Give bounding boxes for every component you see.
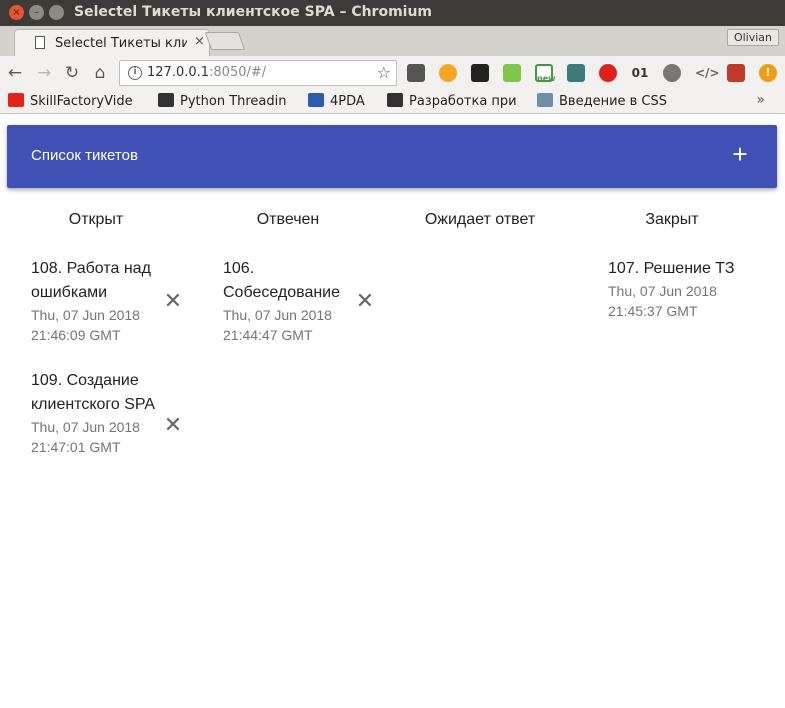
back-arrow-icon[interactable]: ← [4, 62, 26, 84]
h-icon [537, 93, 553, 107]
url-text: 127.0.0.1:8050/#/ [147, 65, 266, 80]
green-square-icon[interactable] [503, 64, 521, 82]
bookmark-item[interactable]: Введение в CSS [537, 93, 677, 111]
add-ticket-button[interactable]: + [725, 139, 755, 169]
tab-strip: Selectel Тикеты кли × Olivian [0, 26, 785, 56]
bookmark-label: 4PDA [330, 94, 365, 109]
page-title: Список тикетов [31, 147, 138, 164]
window-minimize-button[interactable]: – [29, 5, 44, 20]
new-badge-icon[interactable]: new [535, 64, 556, 83]
ticket-title: 109. Создание клиентского SPA [31, 372, 156, 413]
4pda-icon [308, 93, 324, 107]
tab-title: Selectel Тикеты кли [55, 36, 187, 51]
column-header-awaiting: Ожидает ответ [424, 211, 536, 228]
bookmarks-bar: SkillFactoryVide Python Threadin 4PDA Разра… [0, 90, 785, 114]
radio-icon[interactable] [407, 64, 425, 82]
ticket-card[interactable]: 108. Работа над ошибками Thu, 07 Jun 201… [31, 257, 201, 345]
info-icon[interactable]: i [128, 66, 142, 80]
delete-ticket-icon[interactable]: ✕ [355, 290, 375, 312]
bookmark-item[interactable]: 4PDA [308, 93, 378, 111]
radiation-icon[interactable] [439, 64, 457, 82]
address-bar[interactable]: i 127.0.0.1:8050/#/ ☆ [119, 60, 397, 86]
home-icon[interactable]: ⌂ [89, 62, 111, 84]
ticket-card[interactable]: 109. Создание клиентского SPA Thu, 07 Ju… [31, 369, 201, 457]
ticket-card[interactable]: 106. Собеседование Thu, 07 Jun 2018 21:4… [223, 257, 393, 345]
waveform-icon [158, 93, 174, 107]
bookmark-item[interactable]: SkillFactoryVide [8, 93, 148, 111]
binary-icon[interactable]: 01 [631, 64, 649, 82]
column-header-closed: Закрыт [645, 211, 699, 228]
app-page: Список тикетов + Открыт Отвечен Ожидает … [0, 114, 785, 708]
bookmark-label: SkillFactoryVide [30, 94, 133, 109]
delete-ticket-icon[interactable]: ✕ [163, 414, 183, 436]
eclipse-icon[interactable] [567, 64, 585, 82]
gnome-icon[interactable] [471, 64, 489, 82]
ticket-date: Thu, 07 Jun 2018 21:45:37 GMT [608, 283, 717, 319]
column-header-open: Открыт [68, 211, 124, 228]
app-header: Список тикетов + [7, 125, 777, 188]
tab-active[interactable]: Selectel Тикеты кли × [14, 29, 210, 56]
browser-toolbar: ← → ↻ ⌂ i 127.0.0.1:8050/#/ ☆ new 01 </>! [0, 56, 785, 90]
tab-close-icon[interactable]: × [194, 34, 205, 49]
bookmark-label: Python Threadin [180, 94, 287, 109]
ticket-title: 106. Собеседование [223, 260, 341, 301]
new-tab-button[interactable] [204, 32, 246, 50]
reload-icon[interactable]: ↻ [61, 62, 83, 84]
ticket-date: Thu, 07 Jun 2018 21:46:09 GMT [31, 307, 140, 343]
window-maximize-button[interactable] [49, 5, 64, 20]
gear-icon[interactable] [663, 64, 681, 82]
bookmarks-overflow-icon[interactable]: » [756, 92, 765, 108]
ticket-card[interactable]: 107. Решение ТЗ Thu, 07 Jun 2018 21:45:3… [608, 257, 784, 321]
ticket-title: 108. Работа над ошибками [31, 260, 151, 301]
window-title: Selectel Тикеты клиентское SPA – Chromiu… [74, 4, 433, 20]
ticket-date: Thu, 07 Jun 2018 21:44:47 GMT [223, 307, 332, 343]
youtube-icon [8, 93, 24, 107]
column-header-answered: Отвечен [256, 211, 320, 228]
bookmark-label: Разработка при [409, 94, 517, 109]
ticket-date: Thu, 07 Jun 2018 21:47:01 GMT [31, 419, 140, 455]
url-path: :8050/#/ [209, 65, 267, 80]
bookmark-item[interactable]: Python Threadin [158, 93, 298, 111]
window-titlebar: × – Selectel Тикеты клиентское SPA – Chr… [0, 0, 785, 26]
url-host: 127.0.0.1 [147, 65, 210, 80]
alert-icon[interactable]: ! [759, 64, 777, 82]
bookmark-star-icon[interactable]: ☆ [377, 63, 391, 82]
page-icon [35, 36, 45, 49]
habr-icon [387, 93, 403, 107]
profile-button[interactable]: Olivian [726, 29, 779, 46]
delete-ticket-icon[interactable]: ✕ [163, 290, 183, 312]
ticket-title: 107. Решение ТЗ [608, 260, 735, 277]
window-close-button[interactable]: × [9, 5, 24, 20]
bug-icon[interactable] [727, 64, 745, 82]
opera-icon[interactable] [599, 64, 617, 82]
forward-arrow-icon[interactable]: → [33, 62, 55, 84]
bookmark-label: Введение в CSS [559, 94, 668, 109]
code-icon[interactable]: </> [695, 64, 720, 82]
bookmark-item[interactable]: Разработка при [387, 93, 527, 111]
